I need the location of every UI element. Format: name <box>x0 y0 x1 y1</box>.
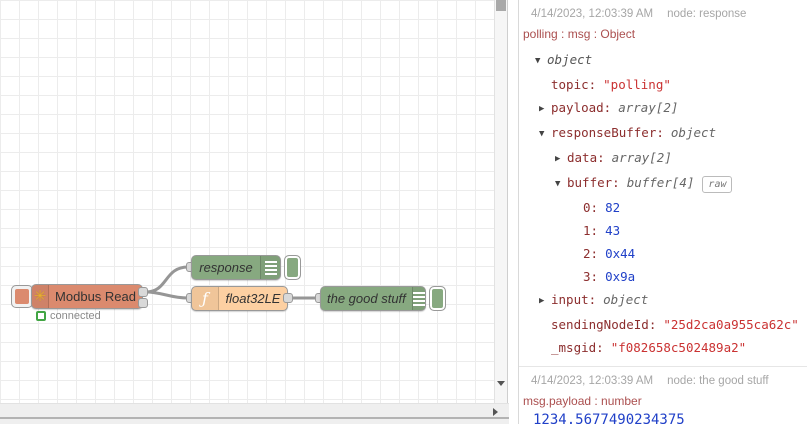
tree-row: ▼ object <box>519 48 807 73</box>
tree-row: 3: 0x9a <box>583 269 636 284</box>
goodstuff-icon-section <box>411 287 425 310</box>
horizontal-scrollbar[interactable] <box>0 403 509 424</box>
modbus-node-button-fill <box>15 289 29 304</box>
status-text: connected <box>50 310 101 322</box>
tree-row: _msgid: "f082658c502489a2" <box>551 340 747 355</box>
expand-icon[interactable]: ▶ <box>539 290 551 313</box>
node-red-window: ✳ Modbus Read connected response ƒ float… <box>0 0 807 424</box>
response-debug-node[interactable]: response <box>191 255 281 280</box>
response-node-label: response <box>199 260 253 275</box>
debug-message-meta: 4/14/2023, 12:03:39 AM node: response <box>519 0 807 20</box>
goodstuff-debug-toggle-button[interactable] <box>429 286 446 311</box>
goodstuff-debug-node[interactable]: the good stuff <box>320 286 426 311</box>
function-output-port[interactable] <box>283 293 293 303</box>
tree-row: ▼ responseBuffer: object <box>519 121 807 146</box>
debug-message: 4/14/2023, 12:03:39 AM node: response po… <box>519 0 807 367</box>
modbus-icon-section: ✳ <box>32 285 50 308</box>
function-icon: ƒ <box>202 288 208 308</box>
panel-splitter[interactable] <box>509 0 518 424</box>
expand-icon[interactable]: ▼ <box>535 50 547 73</box>
tree-row: topic: "polling" <box>551 77 671 92</box>
modbus-node-button[interactable] <box>11 285 33 308</box>
tree-row: ▶ data: array[2] <box>519 146 807 171</box>
flow-canvas[interactable]: ✳ Modbus Read connected response ƒ float… <box>0 0 494 403</box>
debug-sidebar[interactable]: 4/14/2023, 12:03:39 AM node: response po… <box>518 0 807 424</box>
tree-row: 2: 0x44 <box>583 246 636 261</box>
modbus-output-port-2[interactable] <box>138 298 148 308</box>
debug-icon <box>412 291 425 306</box>
timestamp: 4/14/2023, 12:03:39 AM <box>531 375 654 387</box>
vertical-scrollbar-thumb[interactable] <box>496 0 506 11</box>
tree-row: 0: 82 <box>583 200 621 215</box>
raw-button[interactable]: raw <box>702 176 733 193</box>
modbus-status: connected <box>36 310 101 322</box>
debug-icon <box>264 260 277 275</box>
timestamp: 4/14/2023, 12:03:39 AM <box>531 8 654 20</box>
wire-layer <box>144 265 320 300</box>
message-property: msg.payload : number <box>523 394 642 408</box>
scroll-right-button[interactable] <box>487 405 503 418</box>
tree-row: ▶ payload: array[2] <box>519 96 807 121</box>
function-node-label: float32LE <box>225 291 281 306</box>
chevron-down-icon <box>497 380 505 386</box>
wire-modbus-response[interactable] <box>144 265 190 294</box>
source-node: node: the good stuff <box>667 375 769 387</box>
modbus-gear-icon: ✳ <box>33 288 47 305</box>
debug-message: 4/14/2023, 12:03:39 AM node: the good st… <box>519 367 807 424</box>
horizontal-scrollbar-thumb[interactable] <box>0 417 509 419</box>
response-debug-toggle-button[interactable] <box>284 255 301 280</box>
modbus-node-label: Modbus Read <box>55 289 136 304</box>
wire-modbus-function[interactable] <box>144 290 190 300</box>
chevron-right-icon <box>492 407 498 416</box>
payload-value: 1234.5677490234375 <box>533 412 685 424</box>
function-icon-section: ƒ <box>192 287 219 310</box>
expand-icon[interactable]: ▶ <box>539 98 551 121</box>
tree-row: sendingNodeId: "25d2ca0a955ca62c" <box>551 317 799 332</box>
source-node: node: response <box>667 8 747 20</box>
goodstuff-node-label: the good stuff <box>327 291 406 306</box>
response-icon-section <box>260 256 280 279</box>
modbus-output-port-1[interactable] <box>138 287 148 297</box>
debug-message-meta: 4/14/2023, 12:03:39 AM node: the good st… <box>519 367 807 387</box>
message-property: polling : msg : Object <box>523 27 636 41</box>
scroll-down-button[interactable] <box>495 374 507 392</box>
tree-row: 1: 43 <box>583 223 621 238</box>
vertical-scrollbar[interactable] <box>494 0 508 403</box>
tree-row: ▼ buffer: buffer[4] raw <box>519 171 807 196</box>
expand-icon[interactable]: ▼ <box>555 173 567 196</box>
status-connected-icon <box>36 311 46 321</box>
float32le-function-node[interactable]: ƒ float32LE <box>191 286 288 311</box>
tree-row: ▶ input: object <box>519 288 807 313</box>
json-tree: ▼ object topic: "polling" ▶ payload: array[2… <box>519 48 807 359</box>
modbus-read-node[interactable]: ✳ Modbus Read <box>31 284 143 309</box>
expand-icon[interactable]: ▼ <box>539 123 551 146</box>
expand-icon[interactable]: ▶ <box>555 148 567 171</box>
